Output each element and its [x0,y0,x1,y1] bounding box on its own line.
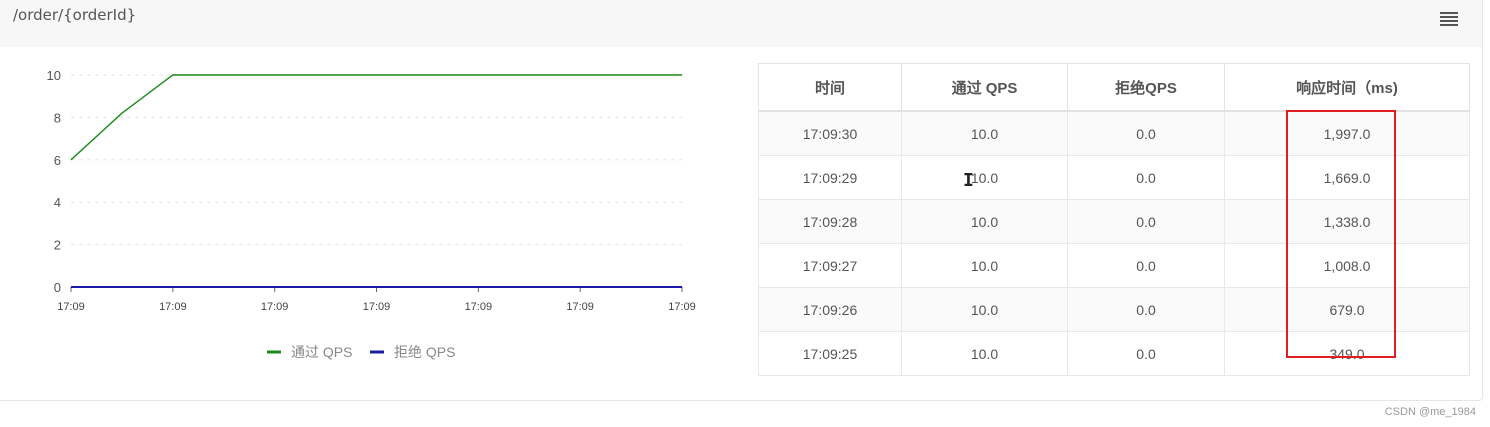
table-row: 17:09:28 10.0 0.0 1,338.0 [758,199,1470,244]
chart-canvas: 0 2 4 6 8 10 17:09 17:09 17:09 17:09 17:09 17:09 17… [47,68,696,360]
cell-response-time: 1,669.0 [1224,155,1470,200]
cell-time: 17:09:27 [758,243,902,288]
cell-response-time: 1,338.0 [1224,199,1470,244]
x-tick-label: 17:09 [363,301,391,313]
watermark: CSDN @me_1984 [1384,406,1476,418]
x-tick-label: 17:09 [261,301,289,313]
cell-pass-qps: 10.0 [901,287,1068,332]
cell-response-time: 679.0 [1224,287,1470,332]
legend-label: 通过 QPS [291,344,352,360]
column-header-time[interactable]: 时间 [758,63,902,112]
cell-time: 17:09:26 [758,287,902,332]
x-tick-label: 17:09 [57,301,85,313]
cell-block-qps: 0.0 [1067,287,1225,332]
x-tick-label: 17:09 [159,301,187,313]
cell-pass-qps: 10.0 [901,199,1068,244]
cell-block-qps: 0.0 [1067,155,1225,200]
table-row: 17:09:26 10.0 0.0 679.0 [758,287,1470,332]
cell-time: 17:09:25 [758,331,902,376]
cell-time: 17:09:28 [758,199,902,244]
table-row: 17:09:30 10.0 0.0 1,997.0 [758,110,1470,156]
column-header-pass-qps[interactable]: 通过 QPS [901,63,1068,112]
text-cursor-icon: I [963,170,974,191]
table-row: 17:09:25 10.0 0.0 349.0 [758,331,1470,376]
hamburger-menu-icon[interactable] [1438,9,1460,29]
cell-pass-qps: 10.0 [901,110,1068,156]
y-tick-label: 4 [54,195,61,210]
y-tick-label: 6 [54,153,61,168]
column-header-block-qps[interactable]: 拒绝QPS [1067,63,1225,112]
x-tick-label: 17:09 [668,301,696,313]
legend-item-block-qps[interactable]: 拒绝 QPS [370,344,455,360]
metrics-panel: /order/{orderId} 0 2 4 6 8 10 17:09 17:09 17:09… [0,0,1483,401]
table-row: 17:09:29 10.0 0.0 1,669.0 [758,155,1470,200]
cell-pass-qps: 10.0 [901,243,1068,288]
y-tick-label: 8 [54,110,61,125]
cell-block-qps: 0.0 [1067,331,1225,376]
x-tick-label: 17:09 [566,301,594,313]
legend-item-pass-qps[interactable]: 通过 QPS [267,344,352,360]
y-tick-label: 0 [54,280,61,295]
qps-line-chart: 0 2 4 6 8 10 17:09 17:09 17:09 17:09 17:09 17:09 17… [0,47,720,387]
stats-table-container: 时间 通过 QPS 拒绝QPS 响应时间（ms) 17:09:30 10.0 0… [758,63,1470,376]
table-row: 17:09:27 10.0 0.0 1,008.0 [758,243,1470,288]
table-header-row: 时间 通过 QPS 拒绝QPS 响应时间（ms) [758,63,1470,112]
cell-block-qps: 0.0 [1067,199,1225,244]
cell-pass-qps: 10.0 [901,155,1068,200]
cell-block-qps: 0.0 [1067,110,1225,156]
panel-header: /order/{orderId} [0,0,1482,47]
cell-response-time: 1,997.0 [1224,110,1470,156]
cell-pass-qps: 10.0 [901,331,1068,376]
cell-block-qps: 0.0 [1067,243,1225,288]
x-tick-label: 17:09 [465,301,493,313]
cell-time: 17:09:29 [758,155,902,200]
cell-response-time: 1,008.0 [1224,243,1470,288]
cell-time: 17:09:30 [758,110,902,156]
y-tick-label: 2 [54,238,61,253]
stats-table: 时间 通过 QPS 拒绝QPS 响应时间（ms) 17:09:30 10.0 0… [758,63,1470,376]
panel-title: /order/{orderId} [13,6,137,24]
column-header-response-time[interactable]: 响应时间（ms) [1224,63,1470,112]
cell-response-time: 349.0 [1224,331,1470,376]
legend-label: 拒绝 QPS [394,344,455,360]
y-tick-label: 10 [47,68,61,83]
